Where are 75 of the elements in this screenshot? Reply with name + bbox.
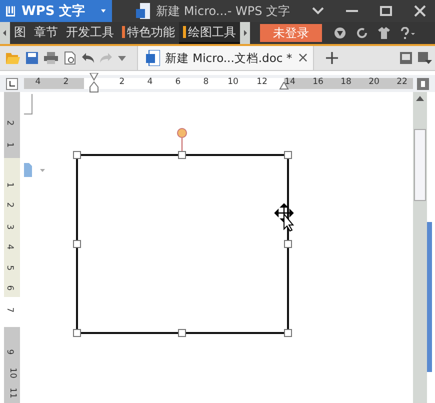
ruler-number: 14 [284, 77, 296, 87]
menu-tab[interactable]: 图 [10, 22, 30, 44]
ruler-number: 4 [4, 244, 15, 250]
tab-menu-icon[interactable] [418, 52, 432, 64]
tab-stop-icon[interactable] [6, 78, 18, 90]
print-icon[interactable] [44, 52, 58, 64]
ruler-number: 4 [35, 77, 41, 87]
scroll-up-icon[interactable] [416, 96, 424, 101]
undo-icon[interactable] [82, 53, 94, 63]
close-tab-button[interactable]: × [297, 50, 309, 66]
ruler-number: 12 [256, 77, 268, 87]
ruler-number: 18 [340, 77, 352, 87]
dropdown-icon [101, 9, 106, 13]
resize-handle[interactable] [284, 240, 292, 248]
menu-tab[interactable]: 绘图工具 [179, 22, 240, 44]
resize-handle[interactable] [73, 151, 81, 159]
document-tab[interactable]: 新建 Micro...文档.doc * × [137, 46, 314, 70]
margin-corner [24, 94, 32, 114]
document-tab-title: 新建 Micro...文档.doc * [165, 50, 292, 66]
document-icon [136, 3, 150, 19]
ruler-number: 1 [4, 182, 15, 188]
maximize-icon[interactable] [380, 5, 392, 17]
indent-marker-icon[interactable] [89, 73, 99, 93]
ruler-number: 7 [4, 307, 15, 313]
close-icon[interactable] [414, 5, 426, 17]
app-menu-button[interactable]: WPS 文字 [0, 0, 112, 22]
ruler-number: 3 [4, 224, 15, 230]
ruler-number: 10 [228, 77, 238, 87]
menu-tab[interactable]: 特色功能 [118, 22, 179, 44]
ruler-number: 1 [4, 142, 15, 148]
rectangle-shape[interactable] [76, 154, 289, 334]
resize-handle[interactable] [73, 240, 81, 248]
ruler-number: 6 [175, 77, 181, 87]
ruler-number: 2 [63, 77, 69, 87]
ruler-number: 22 [396, 77, 408, 87]
ruler-number: 16 [312, 77, 324, 87]
dropdown-icon[interactable] [118, 56, 126, 60]
scroll-left-icon[interactable] [0, 22, 10, 44]
menu-tab[interactable]: 开发工具 [62, 22, 118, 44]
resize-handle[interactable] [73, 329, 81, 337]
ruler-number: 4 [147, 77, 153, 87]
help-icon[interactable] [400, 27, 416, 39]
resize-handle[interactable] [284, 151, 292, 159]
vertical-scrollbar[interactable] [413, 92, 427, 403]
chevron-icon[interactable] [312, 7, 324, 15]
save-icon[interactable] [26, 52, 38, 64]
scroll-right-icon[interactable] [240, 22, 250, 44]
refresh-icon[interactable] [356, 27, 368, 39]
move-cursor-icon [274, 203, 294, 232]
resize-handle[interactable] [178, 151, 186, 159]
ruler-number: 9 [4, 349, 15, 355]
ruler-number: 2 [119, 77, 125, 87]
logo-icon [6, 4, 16, 18]
ruler-number: 2 [4, 202, 15, 208]
ruler-number: 11 [7, 388, 18, 398]
skin-icon[interactable] [334, 27, 346, 39]
ruler-number: 2 [4, 120, 15, 126]
new-tab-icon[interactable] [326, 52, 338, 64]
shirt-icon[interactable] [378, 27, 390, 39]
menu-tab[interactable]: 章节 [30, 22, 62, 44]
right-indent-marker-icon[interactable] [279, 82, 289, 90]
resize-handle[interactable] [178, 329, 186, 337]
rotation-handle[interactable] [177, 128, 187, 138]
ruler-number: 10 [7, 368, 18, 378]
resize-handle[interactable] [284, 329, 292, 337]
scrollbar-thumb[interactable] [414, 129, 426, 201]
word-document-icon [146, 50, 160, 66]
ruler-number: 6 [4, 285, 15, 291]
ruler-number: 20 [368, 77, 380, 87]
ruler-number: 8 [203, 77, 209, 87]
window-title: 新建 Micro...- WPS 文字 [156, 2, 290, 20]
ruler-toggle-icon[interactable] [417, 78, 429, 90]
print-preview-icon[interactable] [64, 51, 76, 65]
ruler-number: 5 [4, 265, 15, 271]
window-list-icon[interactable] [400, 52, 412, 64]
